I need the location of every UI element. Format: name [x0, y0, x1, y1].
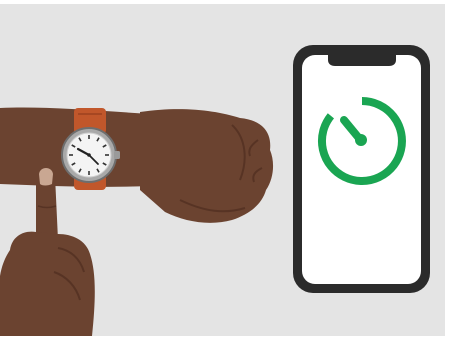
illustration [0, 0, 453, 336]
smartphone [293, 45, 430, 293]
phone-screen [302, 55, 421, 284]
illustration-canvas [0, 4, 445, 336]
phone-notch [328, 52, 396, 66]
timer-center-dot [355, 134, 367, 146]
fist [140, 109, 274, 223]
fingernail [39, 168, 53, 186]
watch-center-pin [87, 153, 91, 157]
pointing-hand-palm [0, 231, 95, 336]
watch-crown [114, 151, 120, 159]
